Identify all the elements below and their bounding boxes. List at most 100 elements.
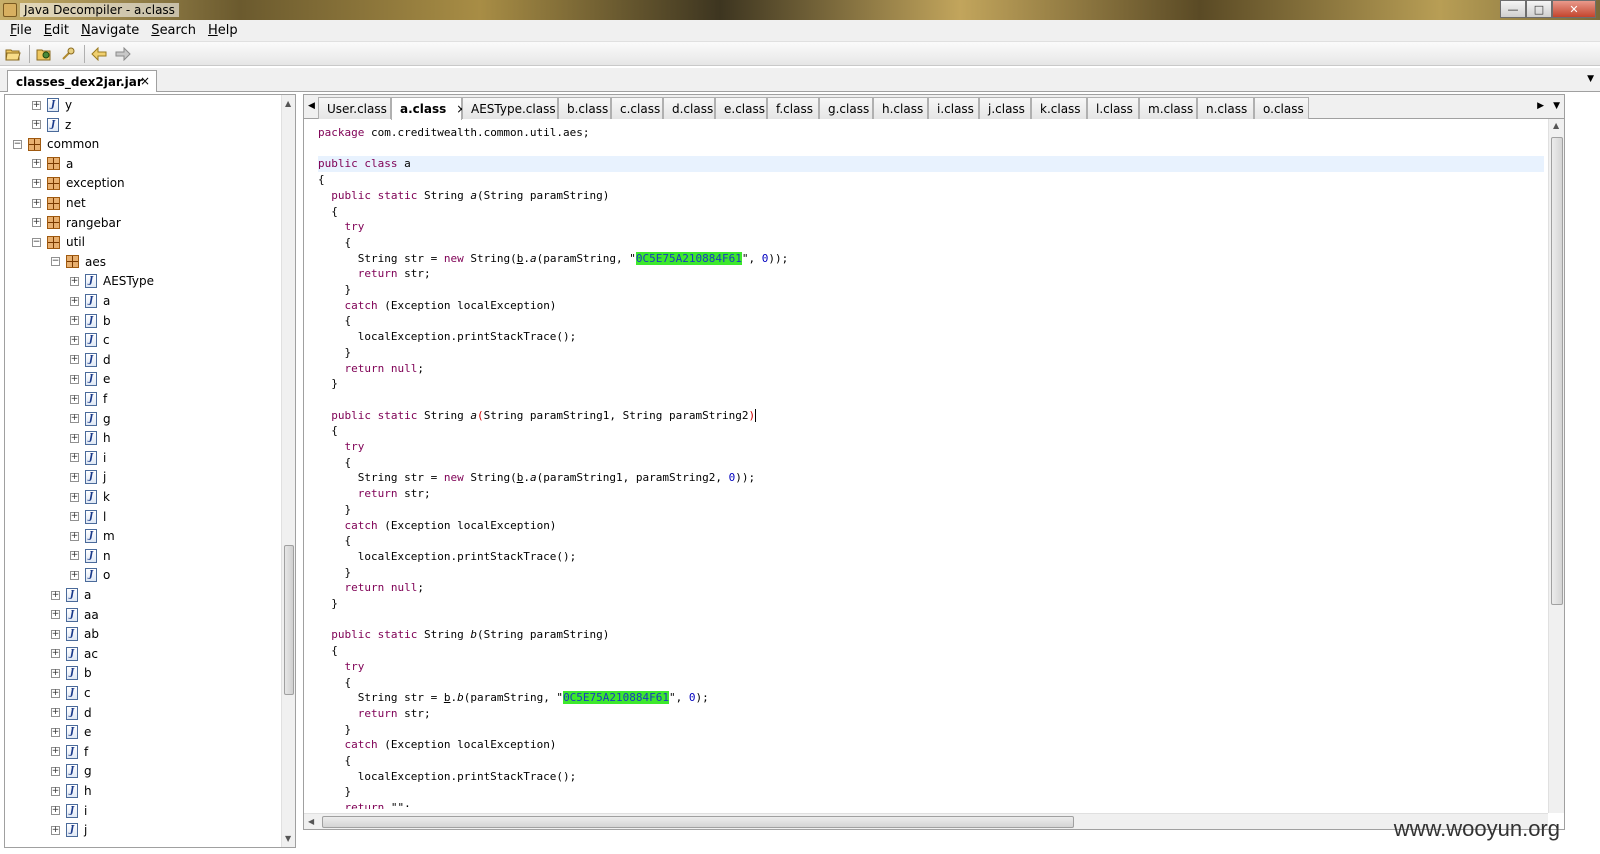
tab-e-class[interactable]: e.class — [715, 97, 767, 119]
tabs-scroll-left-icon[interactable]: ◀ — [308, 101, 315, 111]
scroll-up-icon[interactable]: ▲ — [1553, 121, 1559, 130]
tree-class-item[interactable]: + Ji — [70, 448, 106, 468]
scroll-up-icon[interactable]: ▲ — [285, 99, 291, 108]
forward-button[interactable] — [112, 44, 134, 64]
tree-class-item[interactable]: + J AESType — [70, 271, 154, 291]
code-hscroll-thumb[interactable] — [322, 816, 1074, 828]
expand-icon[interactable]: + — [32, 198, 41, 208]
expand-icon[interactable]: + — [51, 629, 60, 639]
menu-navigate[interactable]: Navigate — [75, 23, 145, 38]
tree-class-item[interactable]: + Jg — [70, 409, 111, 429]
tree-class-item[interactable]: + Jac — [51, 644, 98, 664]
expand-icon[interactable]: + — [51, 649, 60, 659]
code-vscroll-thumb[interactable] — [1551, 137, 1563, 605]
tab-n-class[interactable]: n.class — [1197, 97, 1254, 119]
expand-icon[interactable]: + — [70, 355, 79, 365]
tab-aestype-class[interactable]: AESType.class — [462, 97, 558, 119]
scroll-left-icon[interactable]: ◀ — [308, 817, 314, 826]
expand-icon[interactable]: + — [51, 786, 60, 796]
close-button[interactable]: ✕ — [1552, 0, 1596, 18]
tab-h-class[interactable]: h.class — [873, 97, 928, 119]
open-file-button[interactable] — [2, 44, 24, 64]
tree-class-item[interactable]: + Jh — [51, 781, 92, 801]
expand-icon[interactable]: + — [70, 394, 79, 404]
expand-icon[interactable]: + — [51, 708, 60, 718]
expand-icon[interactable]: + — [51, 747, 60, 757]
expand-icon[interactable]: + — [32, 120, 41, 130]
tree-scroll-thumb[interactable] — [284, 545, 294, 695]
expand-icon[interactable]: + — [51, 610, 60, 620]
expand-icon[interactable]: + — [32, 218, 41, 228]
tab-c-class[interactable]: c.class — [611, 97, 663, 119]
code-vertical-scrollbar[interactable]: ▲ — [1548, 119, 1564, 813]
tree-package-item[interactable]: − aes — [51, 252, 106, 272]
expand-icon[interactable]: + — [70, 512, 79, 522]
tab-l-class[interactable]: l.class — [1087, 97, 1139, 119]
tree-class-item[interactable]: + Jl — [70, 507, 106, 527]
tab-m-class[interactable]: m.class — [1139, 97, 1197, 119]
scroll-down-icon[interactable]: ▼ — [285, 834, 291, 843]
tree-class-item[interactable]: + Ji — [51, 801, 87, 821]
expand-icon[interactable]: + — [70, 414, 79, 424]
file-tab-classes-dex2jar[interactable]: classes_dex2jar.jar × — [7, 70, 157, 92]
expand-icon[interactable]: + — [51, 727, 60, 737]
expand-icon[interactable]: + — [51, 825, 60, 835]
tree-class-item[interactable]: + Jd — [70, 350, 111, 370]
tree-class-item[interactable]: + Je — [51, 722, 91, 742]
tab-list-dropdown-icon[interactable]: ▼ — [1587, 74, 1594, 84]
expand-icon[interactable]: + — [70, 296, 79, 306]
tree-class-item[interactable]: + Jd — [51, 703, 92, 723]
collapse-icon[interactable]: − — [32, 237, 41, 247]
expand-icon[interactable]: + — [32, 100, 41, 110]
tab-b-class[interactable]: b.class — [558, 97, 611, 119]
expand-icon[interactable]: + — [51, 668, 60, 678]
tab-o-class[interactable]: o.class — [1254, 97, 1309, 119]
tab-j-class[interactable]: j.class — [979, 97, 1031, 119]
tree-class-item[interactable]: + Jab — [51, 624, 99, 644]
tree-class-item[interactable]: + Jf — [70, 389, 107, 409]
tree-class-item[interactable]: + Jj — [70, 467, 106, 487]
tree-vertical-scrollbar[interactable]: ▲ ▼ — [281, 95, 295, 847]
tree-class-item[interactable]: + Jj — [51, 820, 87, 840]
menu-file[interactable]: File — [4, 23, 38, 38]
tab-g-class[interactable]: g.class — [819, 97, 873, 119]
tab-a-class[interactable]: a.class× — [391, 97, 466, 120]
tree-class-item[interactable]: + Ja — [70, 291, 110, 311]
expand-icon[interactable]: + — [70, 472, 79, 482]
tree-class-item[interactable]: + Jg — [51, 761, 92, 781]
expand-icon[interactable]: + — [70, 453, 79, 463]
tab-d-class[interactable]: d.class — [663, 97, 715, 119]
menu-search[interactable]: Search — [145, 23, 202, 38]
minimize-button[interactable]: — — [1500, 0, 1526, 18]
tree-class-item[interactable]: + Jz — [32, 115, 71, 135]
back-button[interactable] — [88, 44, 110, 64]
tab-f-class[interactable]: f.class — [767, 97, 819, 119]
tree-class-item[interactable]: + Jo — [70, 565, 110, 585]
tab-i-class[interactable]: i.class — [928, 97, 979, 119]
open-type-button[interactable] — [33, 44, 55, 64]
tree-class-item[interactable]: + Je — [70, 369, 110, 389]
tree-package-item[interactable]: + a — [32, 154, 73, 174]
expand-icon[interactable]: + — [70, 374, 79, 384]
tree-class-item[interactable]: + Jb — [51, 663, 92, 683]
tree-class-item[interactable]: + Jn — [70, 546, 111, 566]
collapse-icon[interactable]: − — [13, 139, 22, 149]
tree-class-item[interactable]: + Ja — [51, 585, 91, 605]
expand-icon[interactable]: + — [70, 570, 79, 580]
source-code-view[interactable]: package com.creditwealth.common.util.aes… — [318, 125, 1544, 809]
tree-class-item[interactable]: + Jy — [32, 95, 72, 115]
tree-class-item[interactable]: + Jm — [70, 526, 115, 546]
tree-class-item[interactable]: + Jk — [70, 487, 110, 507]
expand-icon[interactable]: + — [32, 159, 41, 169]
tree-class-item[interactable]: + Jc — [70, 330, 110, 350]
expand-icon[interactable]: + — [70, 551, 79, 561]
tree-package-item[interactable]: − util — [32, 232, 85, 252]
tree-package-item[interactable]: + exception — [32, 173, 125, 193]
expand-icon[interactable]: + — [51, 688, 60, 698]
tabs-scroll-right-icon[interactable]: ▶ — [1537, 101, 1544, 111]
expand-icon[interactable]: + — [70, 316, 79, 326]
expand-icon[interactable]: + — [70, 433, 79, 443]
tree-package-item[interactable]: − common — [13, 134, 99, 154]
expand-icon[interactable]: + — [70, 276, 79, 286]
menu-edit[interactable]: Edit — [38, 23, 75, 38]
